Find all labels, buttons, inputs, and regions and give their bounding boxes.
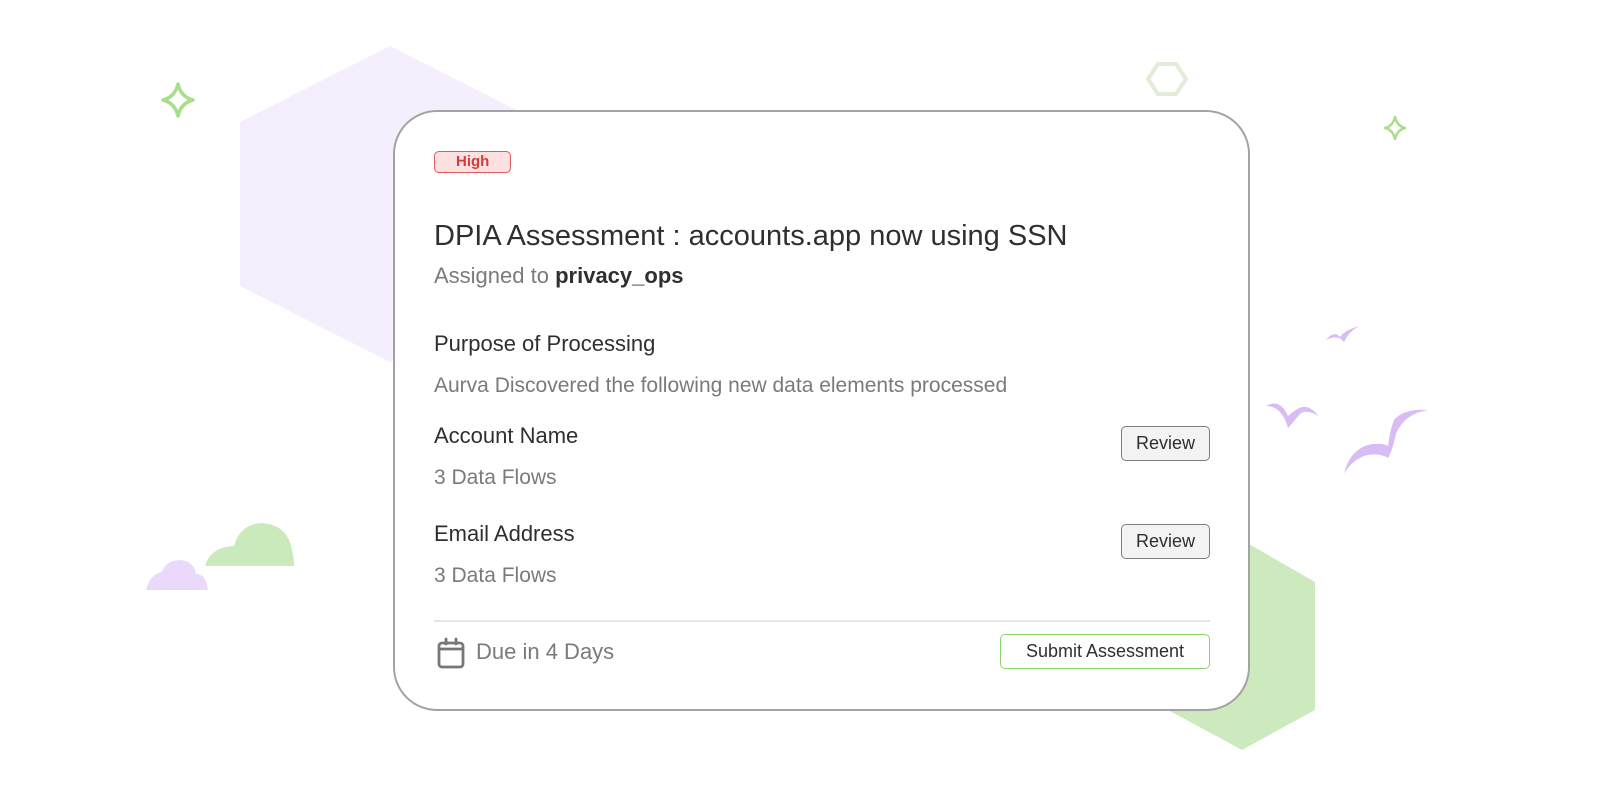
page-canvas: High DPIA Assessment : accounts.app now …	[0, 0, 1620, 810]
data-element-flows: 3 Data Flows	[434, 564, 557, 587]
assigned-prefix: Assigned to	[434, 263, 549, 288]
outline-hexagon-shape	[1145, 62, 1189, 96]
review-account-name-button[interactable]: Review	[1121, 426, 1210, 461]
green-cloud-shape	[205, 523, 294, 566]
sparkle-icon	[161, 82, 195, 118]
bird-medium-icon	[1266, 403, 1319, 428]
data-element-name: Account Name	[434, 423, 579, 448]
lavender-cloud-shape	[146, 560, 208, 590]
sparkle-small-icon	[1383, 115, 1407, 141]
calendar-icon	[437, 637, 465, 669]
due-date-text: Due in 4 Days	[476, 639, 615, 664]
assigned-owner: privacy_ops	[555, 263, 684, 288]
bird-large-icon	[1344, 409, 1428, 474]
submit-assessment-button[interactable]: Submit Assessment	[1000, 634, 1210, 669]
priority-badge: High	[434, 151, 512, 173]
review-email-address-button[interactable]: Review	[1121, 524, 1210, 559]
bird-small-icon	[1326, 326, 1360, 342]
assigned-to: Assigned to privacy_ops	[434, 262, 684, 290]
dpia-assessment-card: High DPIA Assessment : accounts.app now …	[393, 110, 1250, 711]
data-element-flows: 3 Data Flows	[434, 466, 557, 489]
data-element-name: Email Address	[434, 521, 575, 546]
purpose-label: Purpose of Processing	[434, 331, 656, 356]
purpose-description: Aurva Discovered the following new data …	[434, 374, 1008, 397]
assessment-title: DPIA Assessment : accounts.app now using…	[434, 220, 1068, 252]
footer-divider	[434, 620, 1210, 622]
